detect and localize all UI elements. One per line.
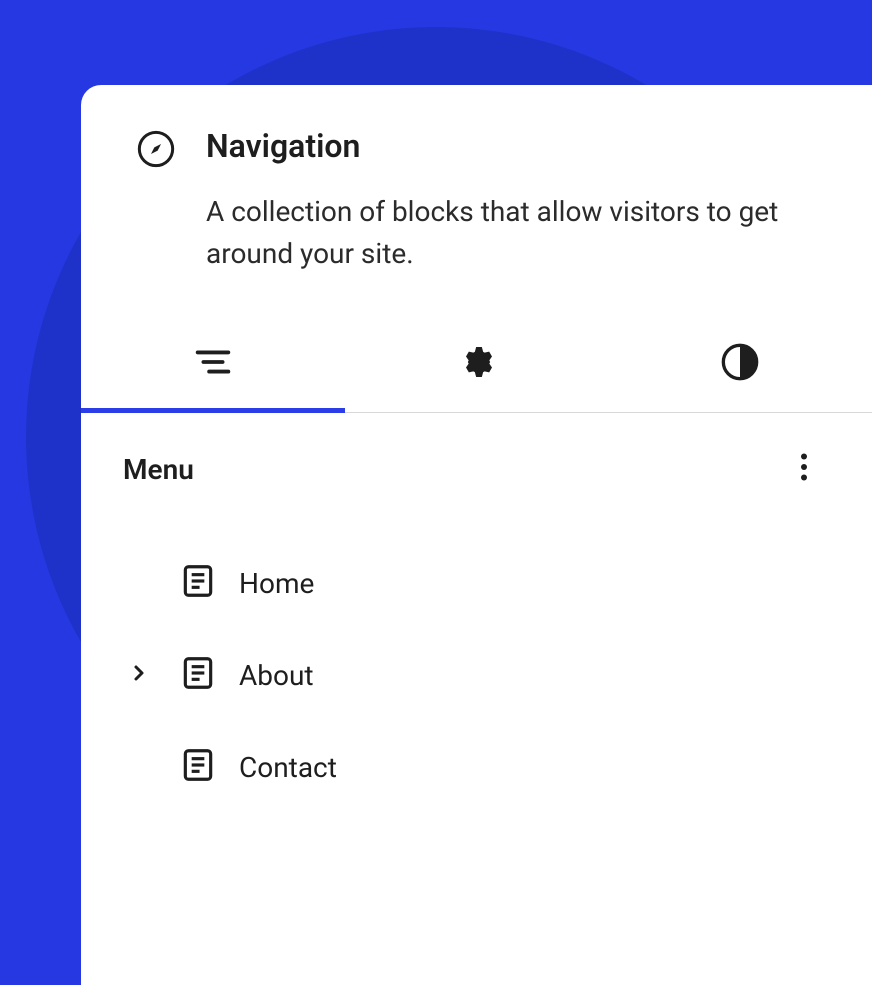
page-icon	[179, 562, 217, 604]
menu-item-label: Home	[239, 567, 314, 600]
settings-tabs	[81, 315, 872, 413]
list-view-icon	[190, 339, 236, 389]
menu-items-list: Home About	[123, 537, 830, 813]
tab-settings[interactable]	[345, 315, 609, 412]
block-description: A collection of blocks that allow visito…	[206, 191, 817, 275]
menu-item-label: About	[239, 659, 314, 692]
gear-icon	[457, 342, 497, 386]
menu-section: Menu Home	[81, 413, 872, 813]
menu-item-contact[interactable]: Contact	[179, 721, 830, 813]
page-icon	[179, 746, 217, 788]
contrast-icon	[720, 342, 760, 386]
tab-list-view[interactable]	[81, 315, 345, 412]
menu-item-label: Contact	[239, 751, 337, 784]
menu-heading: Menu	[123, 453, 194, 486]
menu-header: Menu	[123, 449, 830, 489]
page-icon	[179, 654, 217, 696]
tab-styles[interactable]	[608, 315, 872, 412]
menu-item-home[interactable]: Home	[179, 537, 830, 629]
block-header-text: Navigation A collection of blocks that a…	[206, 127, 817, 275]
block-header: Navigation A collection of blocks that a…	[81, 85, 872, 315]
menu-item-about[interactable]: About	[179, 629, 830, 721]
chevron-right-icon[interactable]	[127, 661, 151, 689]
block-title: Navigation	[206, 127, 817, 165]
navigation-panel: Navigation A collection of blocks that a…	[81, 85, 872, 985]
compass-icon	[136, 129, 176, 275]
more-options-button[interactable]	[786, 449, 830, 489]
